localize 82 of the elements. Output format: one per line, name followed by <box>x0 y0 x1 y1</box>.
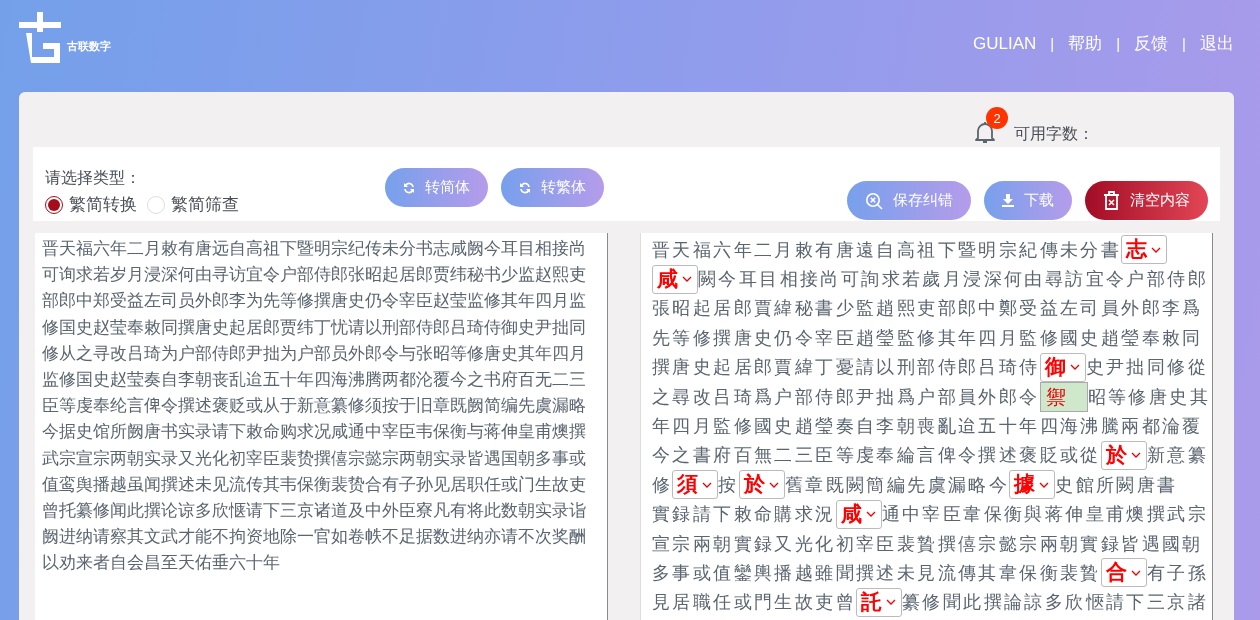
correction-dropdown[interactable]: 咸 <box>652 264 698 294</box>
result-text: 史尹拙同修從 <box>1085 355 1208 380</box>
source-text-line: 阙进纳请察其文武才能不拘资地除一官如卷帙不足据数进纳亦请不次奖酬 <box>42 526 586 549</box>
correction-option[interactable]: 禦 <box>1045 386 1068 407</box>
nav-link[interactable]: 退出 <box>1200 32 1234 55</box>
chevron-down-icon <box>1151 246 1162 253</box>
chevron-down-icon <box>1130 452 1141 459</box>
chevron-down-icon <box>886 599 896 606</box>
refresh-icon <box>403 181 415 194</box>
correction-dropdown[interactable]: 御 <box>1039 352 1086 382</box>
quota-label: 可用字数： <box>1014 124 1094 145</box>
result-text: 見居職任或門生故吏曾 <box>652 590 856 615</box>
chevron-down-icon <box>682 276 692 283</box>
correction-dropdown[interactable]: 於 <box>1100 440 1147 470</box>
action-button[interactable]: 下载 <box>984 181 1072 220</box>
source-text-line: 臣等虔奉纶言俾令撰述褒贬或从于新意纂修须按于旧章既阙简编先虞漏略 <box>42 395 586 418</box>
result-text: 撰唐史起居郎賈緯丁憂請以刑部侍郎吕琦侍 <box>652 355 1040 380</box>
source-text-line: 值鸾舆播越虽闻撰述未见流传其韦保衡裴贽合有子孙见居职任或门生故吏 <box>42 473 586 496</box>
correction-dropdown[interactable]: 於 <box>738 470 785 500</box>
correction-dropdown[interactable]: 咸 <box>835 499 882 529</box>
result-text: 舊章既闕簡編先虞漏略今 <box>784 472 1010 497</box>
action-button[interactable]: 清空内容 <box>1085 181 1208 220</box>
correction-dropdown[interactable]: 託 <box>856 587 902 617</box>
result-text: 史館所闕唐書 <box>1055 472 1178 497</box>
source-text-line: 今据史馆所阙唐书实录请下敕命购求况咸通中宰臣韦保衡与蒋伸皇甫燠撰 <box>42 421 586 444</box>
result-text: 有子孫 <box>1146 561 1208 585</box>
result-text: 闕今耳目相接尚可詢求若歲月浸深何由尋訪宜令户部侍郎 <box>698 267 1208 292</box>
result-text: 張昭起居郎賈緯秘書少監趙熙吏部郎中鄭受益左司員外郎李爲 <box>652 296 1203 321</box>
result-text: 修 <box>652 472 673 497</box>
notification-badge: 2 <box>986 107 1008 129</box>
correction-dropdown[interactable]: 據 <box>1009 470 1056 500</box>
logo-icon <box>19 12 63 64</box>
result-text: 纂修聞此撰論諒多欣愜請下三京諸 <box>902 590 1208 615</box>
result-text: 之尋改吕琦爲户部侍郎尹拙爲户部員外郎令 <box>652 384 1040 409</box>
correction-dropdown[interactable]: 合 <box>1100 558 1147 588</box>
source-text-line: 修从之寻改吕琦为户部侍郎尹拙为户部员外郎令与张昭等修唐史其年四月 <box>42 342 586 365</box>
radio-button[interactable] <box>45 195 63 214</box>
convert-button[interactable]: 转简体 <box>385 168 488 207</box>
nav-link[interactable]: 帮助 <box>1068 32 1103 55</box>
source-text-line: 可询求若岁月浸深何由寻访宜令户部侍郎张昭起居郎贾纬秘书少监赵熙吏 <box>42 264 586 287</box>
chevron-down-icon <box>1130 570 1141 576</box>
nav-separator: | <box>1182 35 1186 52</box>
source-text-line: 监修国史赵莹奏自李朝丧乱迨五十年四海沸腾两都沦覆今之书府百无二三 <box>42 369 586 391</box>
nav-link[interactable]: 反馈 <box>1134 32 1169 55</box>
source-text-line: 武宗宣宗两朝实录又光化初宰臣裴贽撰僖宗懿宗两朝实录皆遇国朝多事或 <box>42 447 586 470</box>
radio-label[interactable]: 繁简转换 <box>69 193 137 216</box>
chevron-down-icon <box>1069 364 1080 371</box>
result-text: 按 <box>718 472 739 497</box>
result-text: 宣宗兩朝實録又光化初宰臣裴贄撰僖宗懿宗兩朝實録皆遇國朝 <box>652 531 1203 556</box>
action-button[interactable]: 保存纠错 <box>847 181 971 220</box>
nav-link[interactable]: GULIAN <box>973 33 1037 54</box>
type-label: 请选择类型： <box>45 168 142 189</box>
source-text-line: 部郎中郑受益左司员外郎李为先等修撰唐史仍令宰臣赵莹监修其年四月监 <box>42 290 586 313</box>
source-text-line: 晋天福六年二月敕有唐远自高祖下暨明宗纪传未分书志咸阙今耳目相接尚 <box>42 238 586 260</box>
refresh-icon <box>519 181 531 194</box>
source-text-line: 以劝来者自会昌至天佑垂六十年 <box>42 552 280 575</box>
download-icon <box>1002 194 1014 207</box>
result-text: 晋天福六年二月敕有唐遠自高祖下暨明宗紀傳未分書 <box>652 237 1122 262</box>
result-text: 多事或值鑾輿播越雖聞撰述未見流傳其韋保衡裴贄 <box>652 561 1101 585</box>
radio-label[interactable]: 繁简筛查 <box>171 193 239 216</box>
correction-dropdown[interactable]: 志 <box>1121 235 1168 265</box>
chevron-down-icon <box>702 481 713 488</box>
result-text: 先等修撰唐史仍令宰臣趙瑩監修其年四月監修國史趙瑩奉敕同 <box>652 325 1203 350</box>
result-text: 新意纂 <box>1146 443 1208 468</box>
result-text: 實録請下敕命購求況 <box>652 502 836 527</box>
chevron-down-icon <box>865 511 876 518</box>
nav-separator: | <box>1116 35 1121 52</box>
nav-separator: | <box>1050 35 1055 52</box>
logo-text: 古联数字 <box>67 39 111 54</box>
chevron-down-icon <box>768 481 779 488</box>
source-text-line: 曾托纂修闻此撰论谅多欣惬请下三京诸道及中外臣寮凡有将此数朝实录诣 <box>42 500 586 523</box>
result-text: 年四月監修國史趙瑩奏自李朝喪亂迨五十年四海沸騰兩都淪覆 <box>652 414 1203 439</box>
chevron-down-icon <box>1039 481 1050 488</box>
result-text: 昭等修唐史其 <box>1087 384 1210 409</box>
source-text-line: 修国史赵莹奉敕同撰唐史起居郎贾纬丁忧请以刑部侍郎吕琦侍御史尹拙同 <box>42 316 586 339</box>
convert-button[interactable]: 转繁体 <box>501 168 604 207</box>
result-text: 今之書府百無二三臣等虔奉綸言俾令撰述褒貶或從 <box>652 443 1101 468</box>
trash-icon <box>1103 191 1120 210</box>
correction-dropdown[interactable]: 須 <box>672 470 719 500</box>
search-cancel-icon <box>865 191 883 210</box>
bell-icon[interactable] <box>974 121 996 145</box>
result-text: 通中宰臣韋保衡與蒋伸皇甫燠撰武宗 <box>881 502 1208 527</box>
